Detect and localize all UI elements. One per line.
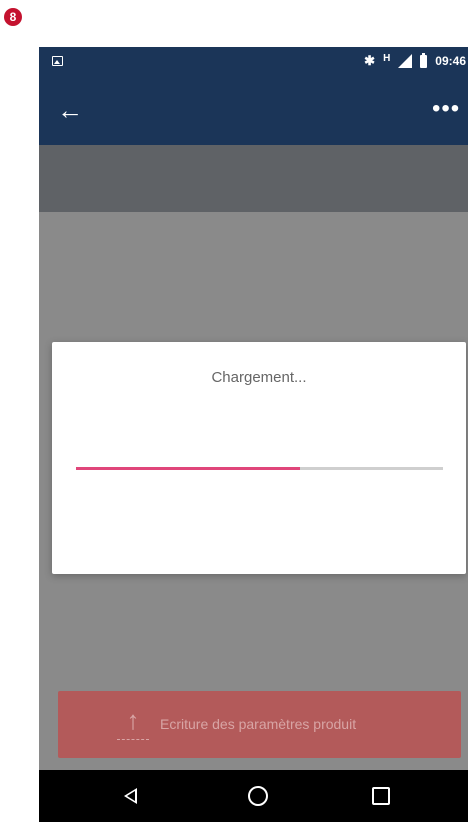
action-button-label: Ecriture des paramètres produit — [160, 716, 357, 732]
status-bar: ✱ H 09:46 — [39, 47, 468, 75]
nav-home-circle-icon[interactable] — [248, 786, 268, 806]
app-bar: ← ••• — [39, 75, 468, 145]
phone-screen: ✱ H 09:46 ← ••• Chargement... ↑ Ecriture… — [39, 47, 468, 822]
upload-arrow-icon: ↑ — [117, 707, 149, 743]
nav-recents-square-icon[interactable] — [372, 787, 390, 805]
progress-bar-fill — [76, 467, 300, 470]
step-number-badge: 8 — [4, 8, 22, 26]
h-network-icon: H — [383, 52, 391, 64]
signal-icon — [398, 54, 413, 68]
loading-dialog: Chargement... — [52, 342, 466, 574]
sub-header-bar — [39, 145, 468, 212]
progress-bar — [76, 467, 443, 470]
battery-icon — [420, 52, 428, 68]
android-navigation-bar — [39, 770, 468, 822]
write-product-parameters-button[interactable]: ↑ Ecriture des paramètres produit — [58, 691, 461, 758]
back-arrow-icon[interactable]: ← — [57, 95, 87, 125]
status-icons: ✱ H 09:46 — [364, 47, 466, 75]
dialog-title: Chargement... — [211, 369, 307, 386]
nav-back-triangle-icon[interactable] — [124, 788, 137, 804]
more-options-icon[interactable]: ••• — [432, 97, 468, 121]
image-notification-icon — [52, 56, 63, 66]
bluetooth-icon: ✱ — [364, 53, 376, 68]
status-time: 09:46 — [435, 54, 466, 68]
